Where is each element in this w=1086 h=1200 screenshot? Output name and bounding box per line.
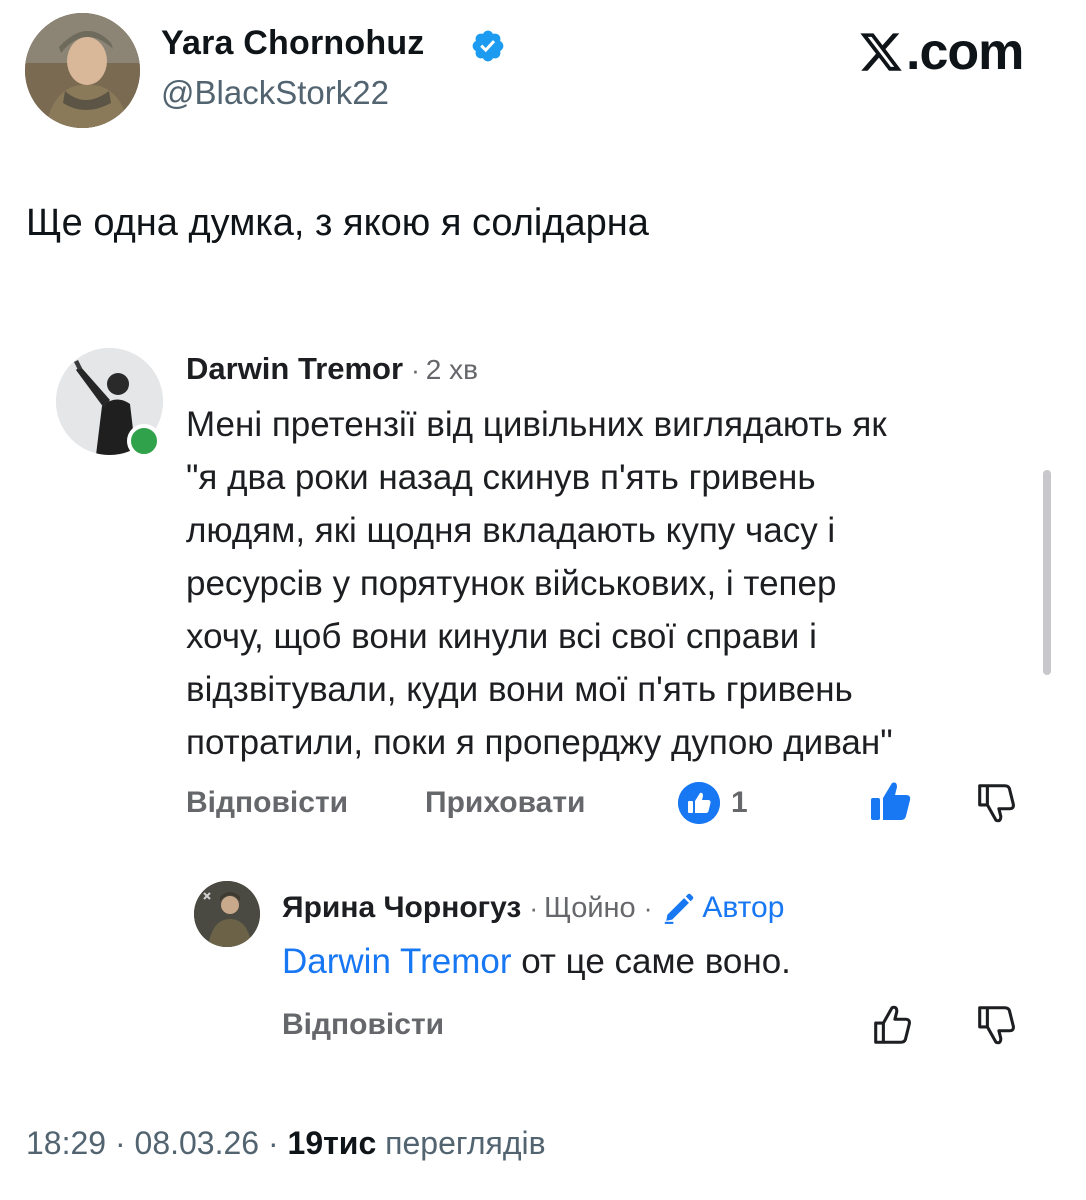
reply-text-body: от це саме воно. (511, 942, 791, 981)
comment-text-line: "я два роки назад скинув п'ять гривень (186, 458, 816, 497)
pencil-icon (665, 893, 694, 924)
hide-button[interactable]: Приховати (425, 786, 585, 820)
thumbs-down-icon[interactable] (973, 780, 1019, 826)
reply-text: Darwin Tremor от це саме воно. (282, 940, 791, 984)
comment-text-line: Мені претензії від цивільних виглядають … (186, 405, 887, 444)
comment-timestamp[interactable]: 2 хв (426, 354, 478, 385)
author-avatar[interactable] (25, 13, 140, 128)
views-label: переглядів (385, 1125, 546, 1161)
comment-text-line: ресурсів у порятунок військових, і тепер (186, 564, 837, 603)
tweet-metadata: 18:29 · 08.03.26 · 19тис переглядів (26, 1122, 546, 1164)
thumbs-down-icon[interactable] (973, 1002, 1019, 1048)
views-count[interactable]: 19тис (288, 1125, 377, 1161)
verified-badge-icon (472, 30, 504, 62)
reply-button[interactable]: Відповісти (282, 1008, 444, 1042)
reply-header: Ярина Чорногуз · Щойно · Автор (282, 889, 784, 927)
reply-author-name[interactable]: Ярина Чорногуз (282, 889, 521, 927)
x-logo-text: .com (906, 23, 1024, 81)
scrollbar[interactable] (1043, 470, 1051, 675)
comment-text-line: людям, які щодня вкладають купу часу і (186, 511, 836, 550)
author-badge: Автор (702, 891, 785, 924)
comment-text-line: хочу, щоб вони кинули всі свої справи і (186, 617, 817, 656)
author-avatar-image (25, 13, 140, 128)
reply-author-avatar-image (194, 881, 260, 947)
comment-author-name[interactable]: Darwin Tremor (186, 351, 403, 386)
like-reaction-icon[interactable] (678, 782, 720, 824)
tweet-time[interactable]: 18:29 (26, 1125, 106, 1161)
mention-link[interactable]: Darwin Tremor (282, 942, 511, 981)
x-site-logo: .com (858, 22, 1024, 82)
comment-text: Мені претензії від цивільних виглядають … (186, 398, 1036, 769)
online-status-indicator (127, 424, 161, 458)
x-logo-icon (860, 33, 902, 71)
author-name[interactable]: Yara Chornohuz (161, 24, 425, 63)
tweet-date[interactable]: 08.03.26 (135, 1125, 260, 1161)
meta-separator: · (114, 1125, 126, 1161)
author-handle[interactable]: @BlackStork22 (161, 74, 389, 112)
reply-button[interactable]: Відповісти (186, 786, 348, 820)
reply-timestamp[interactable]: Щойно (544, 889, 636, 927)
comment-text-line: потратили, поки я проперджу дупою диван" (186, 723, 893, 762)
meta-separator: · (643, 893, 653, 923)
reaction-count[interactable]: 1 (731, 786, 748, 820)
meta-separator: · (411, 355, 420, 385)
tweet-text: Ще одна думка, з якою я солідарна (26, 202, 649, 244)
thumbs-up-icon[interactable] (869, 1002, 915, 1048)
thumbs-up-icon[interactable] (866, 778, 914, 826)
comment-header: Darwin Tremor · 2 хв (186, 350, 478, 389)
meta-separator: · (267, 1125, 279, 1161)
meta-separator: · (529, 893, 539, 923)
reply-author-avatar[interactable] (194, 881, 260, 947)
comment-text-line: відзвітували, куди вони мої п'ять гривен… (186, 670, 853, 709)
